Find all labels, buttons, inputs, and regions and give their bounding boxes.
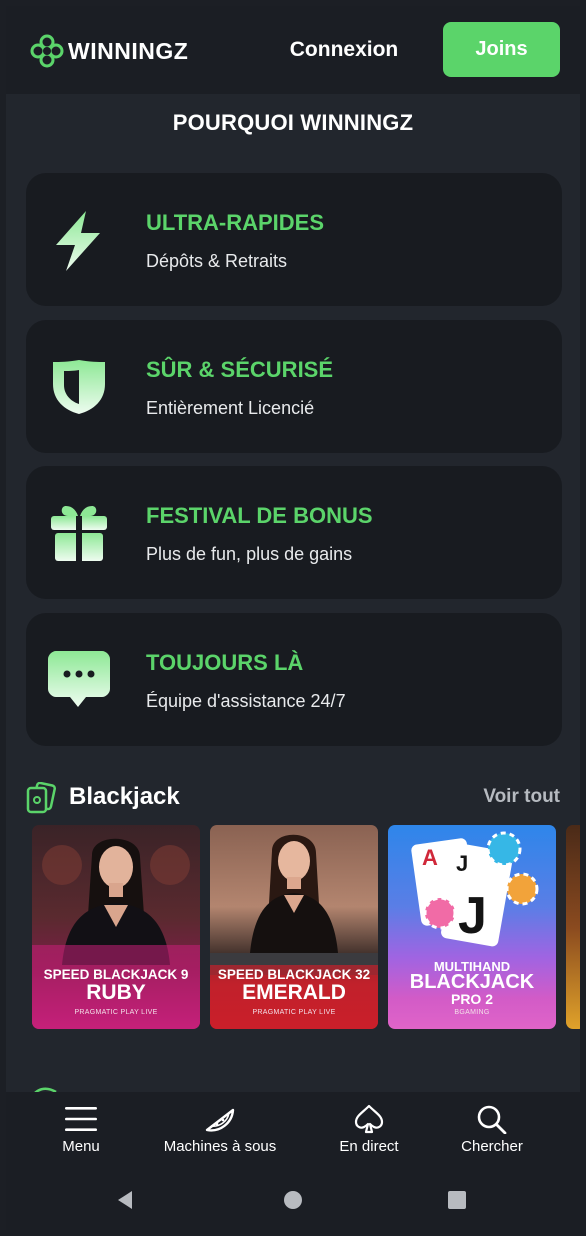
cards-icon	[26, 782, 56, 814]
nav-item-menu[interactable]: Menu	[46, 1092, 116, 1174]
see-all-link[interactable]: Voir tout	[483, 786, 560, 808]
system-nav-bar	[6, 1174, 580, 1230]
spade-icon	[354, 1104, 384, 1134]
login-button[interactable]: Connexion	[274, 32, 414, 68]
feature-card-secure: SÛR & SÉCURISÉ Entièrement Licencié	[26, 320, 562, 453]
game-card-speed-blackjack-emerald[interactable]: SPEED BLACKJACK 32 EMERALD PRAGMATIC PLA…	[210, 825, 378, 1029]
feature-title: FESTIVAL DE BONUS	[146, 503, 373, 528]
why-title: POURQUOI WINNINGZ	[172, 110, 414, 135]
feature-subtitle: Entièrement Licencié	[146, 398, 315, 418]
gift-icon	[51, 506, 107, 561]
feature-subtitle: Dépôts & Retraits	[146, 251, 288, 271]
game-card-multihand-blackjack-pro-2[interactable]: A J J MULTIHAND BLACKJACK PRO 2 BGAMING	[388, 825, 556, 1029]
bottom-nav: Menu Machines à sous En direct Chercher	[6, 1092, 580, 1174]
chat-icon	[48, 651, 110, 707]
feature-title: SÛR & SÉCURISÉ	[146, 357, 334, 382]
nav-label: Menu	[62, 1138, 100, 1155]
svg-text:A: A	[422, 845, 438, 870]
feature-title: TOUJOURS LÀ	[146, 650, 304, 675]
back-icon[interactable]	[114, 1189, 136, 1211]
feature-card-support: TOUJOURS LÀ Équipe d'assistance 24/7	[26, 613, 562, 746]
game-card-provider: PRAGMATIC PLAY LIVE	[252, 1009, 336, 1016]
blackjack-title: Blackjack	[69, 783, 180, 810]
game-card-partial[interactable]	[566, 825, 580, 1029]
nav-label: Machines à sous	[163, 1138, 277, 1155]
next-section-peek	[6, 1066, 580, 1101]
feature-title: ULTRA-RAPIDES	[146, 210, 325, 235]
home-icon[interactable]	[282, 1189, 304, 1211]
game-card-subtitle: PRO 2	[450, 991, 493, 1007]
hamburger-icon	[65, 1107, 97, 1131]
logo-text: WINNINGZ	[68, 37, 189, 64]
nav-item-live[interactable]: En direct	[324, 1092, 414, 1174]
game-card-provider: BGAMING	[454, 1009, 490, 1016]
svg-text:J: J	[458, 887, 487, 945]
nav-label: Chercher	[461, 1138, 523, 1155]
game-card-subtitle: SPEED BLACKJACK 32	[217, 967, 371, 982]
nav-item-slots[interactable]: Machines à sous	[150, 1092, 290, 1174]
lightning-icon	[56, 211, 100, 271]
nav-item-search[interactable]: Chercher	[442, 1092, 542, 1174]
shield-icon	[53, 360, 105, 414]
join-button[interactable]: Joins	[443, 22, 560, 77]
nav-label: En direct	[339, 1138, 399, 1155]
blackjack-header: Blackjack Voir tout	[26, 780, 562, 816]
logo[interactable]: WINNINGZ	[30, 34, 188, 68]
feature-card-bonus: FESTIVAL DE BONUS Plus de fun, plus de g…	[26, 466, 562, 599]
game-card-speed-blackjack-ruby[interactable]: SPEED BLACKJACK 9 RUBY PRAGMATIC PLAY LI…	[32, 825, 200, 1029]
game-card-provider: PRAGMATIC PLAY LIVE	[74, 1009, 158, 1016]
feature-subtitle: Équipe d'assistance 24/7	[146, 691, 346, 711]
game-card-title: EMERALD	[242, 981, 346, 1004]
header: WINNINGZ Connexion Joins	[6, 6, 580, 94]
watermelon-icon	[205, 1108, 235, 1132]
recents-icon[interactable]	[446, 1189, 468, 1211]
game-card-title: RUBY	[86, 981, 146, 1004]
svg-text:J: J	[456, 851, 468, 876]
search-icon	[477, 1105, 507, 1134]
feature-card-fast: ULTRA-RAPIDES Dépôts & Retraits	[26, 173, 562, 306]
clover-logo-icon	[30, 34, 64, 68]
feature-subtitle: Plus de fun, plus de gains	[146, 544, 353, 564]
game-card-subtitle: SPEED BLACKJACK 9	[43, 967, 189, 982]
app-screen: WINNINGZ Connexion Joins POURQUOI WINNIN…	[6, 6, 580, 1230]
